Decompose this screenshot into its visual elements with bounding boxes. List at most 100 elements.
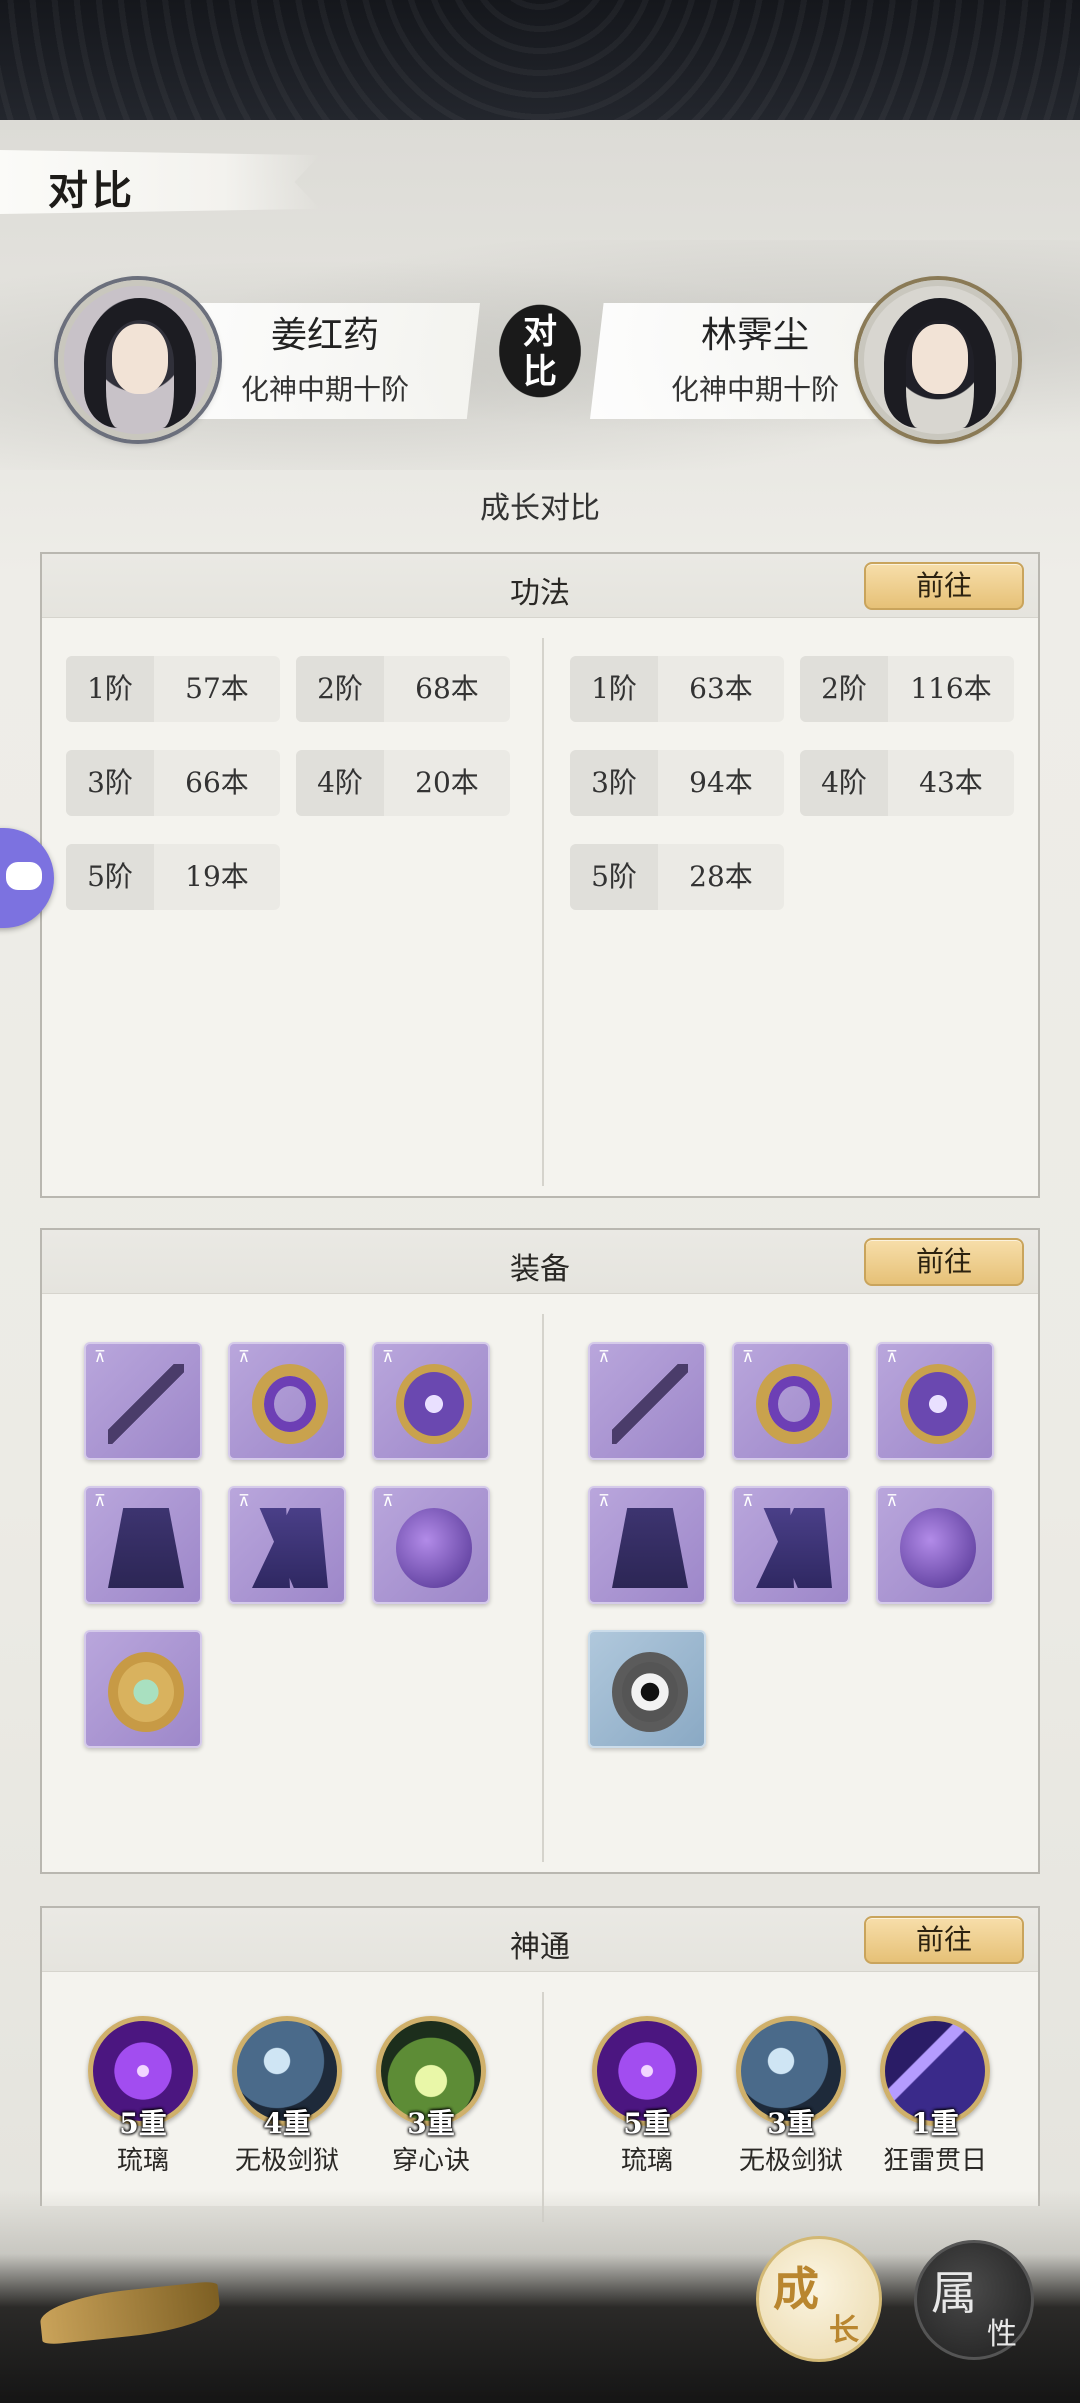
right-skill-2[interactable]: 3重 无极剑狱	[726, 2016, 856, 2177]
right-player-avatar[interactable]	[858, 280, 1018, 440]
tier-level: 5阶	[66, 844, 154, 910]
left-skill-2[interactable]: 4重 无极剑狱	[222, 2016, 352, 2177]
rarity-icon: ⊼	[382, 1347, 394, 1366]
right-skill-1[interactable]: 5重 琉璃	[582, 2016, 712, 2177]
tier-count: 68本	[415, 672, 479, 705]
left-equip-pouch[interactable]: ⊼	[372, 1486, 490, 1604]
rarity-icon: ⊼	[238, 1347, 250, 1366]
tier-level: 3阶	[570, 750, 658, 816]
skill-name: 琉璃	[116, 2146, 169, 2176]
column-divider	[542, 1314, 544, 1862]
tier-level: 1阶	[66, 656, 154, 722]
robe-icon	[108, 1508, 184, 1588]
right-skill-3[interactable]: 1重 狂雷贯日	[870, 2016, 1000, 2177]
column-divider	[542, 1992, 544, 2222]
rarity-icon: ⊼	[382, 1491, 394, 1510]
rarity-icon: ⊼	[886, 1347, 898, 1366]
left-player-rank: 化神中期十阶	[240, 373, 409, 406]
shentong-goto-button[interactable]: 前往	[864, 1916, 1024, 1964]
boots-icon	[756, 1508, 832, 1588]
right-tier-1: 1阶 63本	[570, 656, 784, 722]
skill-name: 无极剑狱	[234, 2146, 339, 2176]
equipment-panel: 装备 前往 ⊼ ⊼ ⊼ ⊼ ⊼ ⊼ ⊼ ⊼ ⊼ ⊼ ⊼ ⊼	[40, 1228, 1040, 1874]
section-label: 成长对比	[480, 491, 600, 526]
left-skill-1[interactable]: 5重 琉璃	[78, 2016, 208, 2177]
rarity-icon: ⊼	[742, 1347, 754, 1366]
rarity-icon: ⊼	[238, 1491, 250, 1510]
tier-count: 43本	[919, 766, 983, 799]
left-tier-1: 1阶 57本	[66, 656, 280, 722]
shentong-panel: 神通 前往 5重 琉璃 4重 无极剑狱 3重 穿心诀 5重 琉璃 3重 无极剑狱…	[40, 1906, 1040, 2222]
ring-icon	[252, 1364, 328, 1444]
sword-icon	[612, 1364, 688, 1444]
face-art	[112, 324, 168, 394]
page-title: 对比	[48, 167, 136, 214]
right-tier-3: 3阶 94本	[570, 750, 784, 816]
skill-level: 1重	[911, 2107, 959, 2140]
left-equip-robe[interactable]: ⊼	[84, 1486, 202, 1604]
right-equip-pendant[interactable]: ⊼	[876, 1342, 994, 1460]
tier-count: 20本	[415, 766, 479, 799]
skill-name: 穿心诀	[391, 2146, 470, 2176]
tab-growth-big: 成	[773, 2262, 819, 2316]
rarity-icon: ⊼	[742, 1491, 754, 1510]
skill-level: 5重	[623, 2107, 671, 2140]
left-tier-3: 3阶 66本	[66, 750, 280, 816]
right-equip-ring[interactable]: ⊼	[732, 1342, 850, 1460]
status-bar	[0, 0, 1080, 120]
column-divider	[542, 638, 544, 1186]
panel-header: 功法 前往	[42, 554, 1038, 618]
left-tier-2: 2阶 68本	[296, 656, 510, 722]
skill-name: 无极剑狱	[738, 2146, 843, 2176]
pouch-icon	[396, 1508, 472, 1588]
rarity-icon: ⊼	[598, 1491, 610, 1510]
right-player-name: 林霁尘	[700, 315, 809, 356]
gongfa-panel: 功法 前往 1阶 57本 2阶 68本 3阶 66本 4阶 20本 5阶 19本…	[40, 552, 1040, 1198]
tier-count: 57本	[185, 672, 249, 705]
right-tier-2: 2阶 116本	[800, 656, 1014, 722]
tab-growth[interactable]: 成 长	[756, 2236, 882, 2362]
right-equip-sword[interactable]: ⊼	[588, 1342, 706, 1460]
left-equip-sword[interactable]: ⊼	[84, 1342, 202, 1460]
gongfa-goto-button[interactable]: 前往	[864, 562, 1024, 610]
rarity-icon: ⊼	[598, 1347, 610, 1366]
skill-level: 3重	[767, 2107, 815, 2140]
left-equip-ring[interactable]: ⊼	[228, 1342, 346, 1460]
boots-icon	[252, 1508, 328, 1588]
left-equip-pendant[interactable]: ⊼	[372, 1342, 490, 1460]
rarity-icon: ⊼	[94, 1491, 106, 1510]
tier-level: 5阶	[570, 844, 658, 910]
left-tier-4: 4阶 20本	[296, 750, 510, 816]
pendant-icon	[900, 1364, 976, 1444]
tier-count: 19本	[185, 860, 249, 893]
left-player-avatar[interactable]	[58, 280, 218, 440]
left-player-name: 姜红药	[270, 315, 379, 356]
right-player-rank: 化神中期十阶	[670, 373, 839, 406]
tier-level: 1阶	[570, 656, 658, 722]
tier-level: 2阶	[800, 656, 888, 722]
gold-charm-icon	[108, 1652, 184, 1732]
right-equip-pouch[interactable]: ⊼	[876, 1486, 994, 1604]
face-art	[912, 324, 968, 394]
tab-growth-small: 长	[829, 2313, 859, 2348]
tier-count: 116本	[910, 672, 992, 705]
tier-level: 4阶	[296, 750, 384, 816]
vs-label-bottom: 比	[523, 352, 557, 392]
right-equip-boots[interactable]: ⊼	[732, 1486, 850, 1604]
panel-header: 神通 前往	[42, 1908, 1038, 1972]
sword-icon	[108, 1364, 184, 1444]
left-equip-boots[interactable]: ⊼	[228, 1486, 346, 1604]
skill-level: 5重	[119, 2107, 167, 2140]
skill-level: 3重	[407, 2107, 455, 2140]
right-equip-charm[interactable]	[588, 1630, 706, 1748]
equipment-goto-button[interactable]: 前往	[864, 1238, 1024, 1286]
right-equip-robe[interactable]: ⊼	[588, 1486, 706, 1604]
left-skill-3[interactable]: 3重 穿心诀	[366, 2016, 496, 2177]
left-equip-charm[interactable]	[84, 1630, 202, 1748]
tab-attributes-small: 性	[987, 2317, 1017, 2352]
tier-count: 94本	[689, 766, 753, 799]
panel-header: 装备 前往	[42, 1230, 1038, 1294]
rarity-icon: ⊼	[94, 1347, 106, 1366]
skill-name: 狂雷贯日	[882, 2146, 987, 2176]
tab-attributes[interactable]: 属 性	[914, 2240, 1034, 2360]
